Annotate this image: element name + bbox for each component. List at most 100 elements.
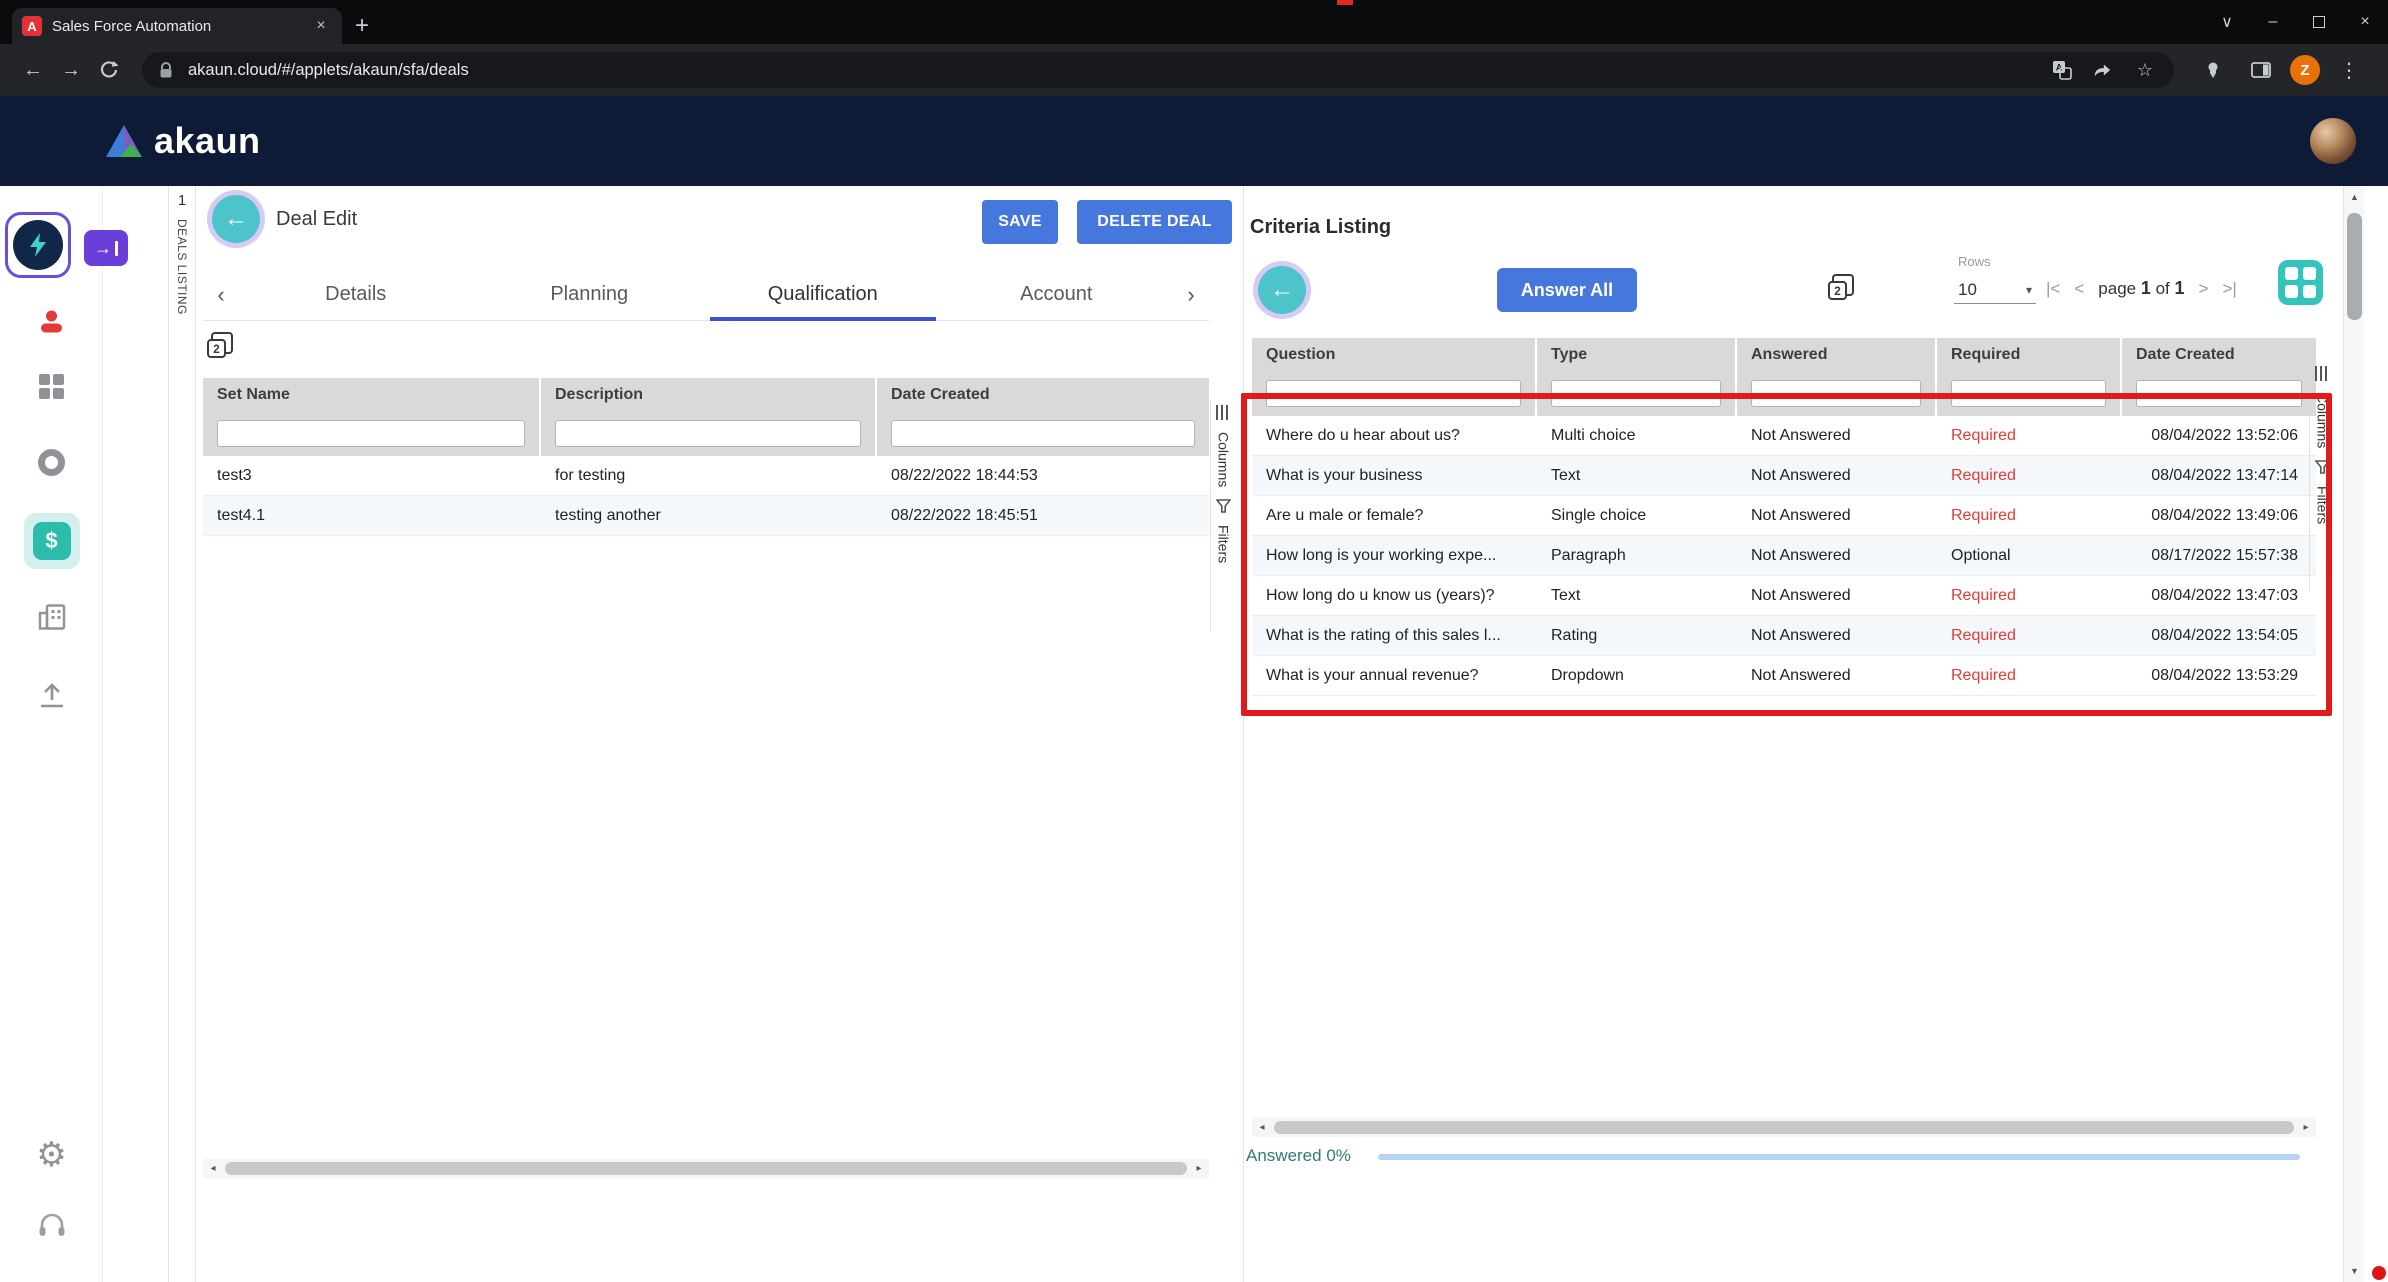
sign-in-icon[interactable]: → xyxy=(84,230,128,266)
criteria-row[interactable]: How long is your working expe... Paragra… xyxy=(1252,536,2316,576)
grid-view-icon[interactable] xyxy=(2278,260,2323,305)
criteria-back-button[interactable]: ← xyxy=(1258,266,1306,314)
question-cell: How long is your working expe... xyxy=(1252,536,1535,575)
tab-details[interactable]: Details xyxy=(239,270,473,321)
browser-tab[interactable]: A Sales Force Automation × xyxy=(12,8,342,44)
sidebar-item-reports[interactable] xyxy=(0,449,103,476)
criteria-row[interactable]: What is your business Text Not Answered … xyxy=(1252,456,2316,496)
tab-search-icon[interactable]: ∨ xyxy=(2204,0,2250,44)
page-vertical-scrollbar[interactable]: ▲ ▼ xyxy=(2343,186,2364,1282)
maximize-button[interactable] xyxy=(2296,0,2342,44)
answered-filter-input[interactable] xyxy=(1751,380,1921,407)
columns-side-tab[interactable]: Columns xyxy=(2315,393,2331,448)
filter-funnel-icon xyxy=(1216,499,1231,513)
scroll-left-icon[interactable]: ◂ xyxy=(203,1159,223,1178)
scroll-right-icon[interactable]: ▸ xyxy=(2296,1118,2316,1137)
criteria-row[interactable]: How long do u know us (years)? Text Not … xyxy=(1252,576,2316,616)
type-filter-input[interactable] xyxy=(1551,380,1721,407)
multi-select-icon[interactable]: 2 xyxy=(207,332,233,358)
sidebar-item-upload[interactable] xyxy=(0,682,103,708)
browser-profile-avatar[interactable]: Z xyxy=(2290,55,2320,85)
refresh-icon[interactable] xyxy=(90,51,128,89)
chevron-down-icon: ▾ xyxy=(2026,283,2032,297)
table-row[interactable]: test4.1 testing another 08/22/2022 18:45… xyxy=(203,496,1209,536)
tabs-scroll-right-icon[interactable]: › xyxy=(1173,282,1209,308)
sidebar-item-red-app[interactable] xyxy=(0,308,103,335)
criteria-row[interactable]: Are u male or female? Single choice Not … xyxy=(1252,496,2316,536)
support-headset-icon xyxy=(37,1212,67,1240)
last-page-button[interactable]: >| xyxy=(2222,279,2236,299)
applet-bolt-icon[interactable] xyxy=(13,220,63,270)
new-tab-button[interactable]: + xyxy=(342,8,382,44)
deals-listing-strip[interactable]: 1 DEALS LISTING xyxy=(168,186,196,1282)
tab-title: Sales Force Automation xyxy=(52,18,300,35)
tabs-scroll-left-icon[interactable]: ‹ xyxy=(203,282,239,308)
save-button[interactable]: SAVE xyxy=(982,200,1058,244)
scrollbar-thumb[interactable] xyxy=(2347,213,2362,320)
translate-icon[interactable]: A xyxy=(2052,60,2078,80)
tab-account[interactable]: Account xyxy=(940,270,1174,321)
address-bar[interactable]: akaun.cloud/#/applets/akaun/sfa/deals A … xyxy=(142,52,2174,88)
deal-edit-panel: ← Deal Edit SAVE DELETE DEAL ‹ Details P… xyxy=(196,186,1244,1282)
delete-deal-button[interactable]: DELETE DEAL xyxy=(1077,200,1232,244)
tab-qualification[interactable]: Qualification xyxy=(706,270,940,321)
date-created-cell: 08/22/2022 18:45:51 xyxy=(877,496,1209,535)
date-created-filter-input[interactable] xyxy=(891,420,1195,447)
forward-nav-icon[interactable]: → xyxy=(52,51,90,89)
scroll-down-icon[interactable]: ▼ xyxy=(2344,1260,2365,1282)
prev-page-button[interactable]: < xyxy=(2074,279,2084,299)
deal-edit-back-button[interactable]: ← xyxy=(212,195,260,243)
columns-side-tab[interactable]: Columns xyxy=(1216,432,1232,487)
date-created-cell: 08/04/2022 13:47:14 xyxy=(2122,456,2316,495)
bookmark-star-icon[interactable]: ☆ xyxy=(2132,60,2158,81)
question-cell: How long do u know us (years)? xyxy=(1252,576,1535,615)
criteria-row[interactable]: What is the rating of this sales l... Ra… xyxy=(1252,616,2316,656)
question-filter-input[interactable] xyxy=(1266,380,1521,407)
column-header-answered: Answered xyxy=(1737,338,1935,372)
date-created-cell: 08/17/2022 15:57:38 xyxy=(2122,536,2316,575)
date-created-cell: 08/22/2022 18:44:53 xyxy=(877,456,1209,495)
required-cell: Required xyxy=(1937,616,2120,655)
columns-icon xyxy=(1216,405,1231,420)
sidebar-item-support[interactable] xyxy=(0,1212,103,1240)
sidebar-item-organization[interactable] xyxy=(0,604,103,630)
required-filter-input[interactable] xyxy=(1951,380,2106,407)
first-page-button[interactable]: |< xyxy=(2046,279,2060,299)
horizontal-scrollbar[interactable]: ◂ ▸ xyxy=(1252,1118,2316,1137)
filters-side-tab[interactable]: Filters xyxy=(1216,525,1232,563)
sidebar-item-settings[interactable]: ⚙ xyxy=(0,1138,103,1172)
side-panel-icon[interactable] xyxy=(2242,51,2280,89)
share-icon[interactable] xyxy=(2092,61,2118,79)
back-nav-icon[interactable]: ← xyxy=(14,51,52,89)
description-filter-input[interactable] xyxy=(555,420,861,447)
pin-icon[interactable] xyxy=(2194,51,2232,89)
date-created-filter-input[interactable] xyxy=(2136,380,2302,407)
scroll-right-icon[interactable]: ▸ xyxy=(1189,1159,1209,1178)
dashboard-icon xyxy=(39,374,64,399)
answer-all-button[interactable]: Answer All xyxy=(1497,268,1637,312)
multi-select-icon[interactable]: 2 xyxy=(1828,274,1854,300)
required-cell: Required xyxy=(1937,416,2120,455)
scrollbar-thumb[interactable] xyxy=(1274,1121,2294,1134)
akaun-logo[interactable]: akaun xyxy=(104,120,261,162)
tab-planning[interactable]: Planning xyxy=(473,270,707,321)
minimize-button[interactable]: – xyxy=(2250,0,2296,44)
window-close-button[interactable]: × xyxy=(2342,0,2388,44)
tab-close-icon[interactable]: × xyxy=(310,15,332,37)
filters-side-tab[interactable]: Filters xyxy=(2315,486,2331,524)
criteria-row[interactable]: What is your annual revenue? Dropdown No… xyxy=(1252,656,2316,696)
rows-per-page-select[interactable]: 10 ▾ xyxy=(1954,276,2036,304)
horizontal-scrollbar[interactable]: ◂ ▸ xyxy=(203,1159,1209,1178)
next-page-button[interactable]: > xyxy=(2199,279,2209,299)
menu-kebab-icon[interactable]: ⋮ xyxy=(2330,51,2368,89)
criteria-row[interactable]: Where do u hear about us? Multi choice N… xyxy=(1252,416,2316,456)
sidebar-item-sales-active[interactable]: $ xyxy=(0,513,103,569)
sidebar-item-dashboard[interactable] xyxy=(0,374,103,399)
set-name-filter-input[interactable] xyxy=(217,420,525,447)
url-text[interactable]: akaun.cloud/#/applets/akaun/sfa/deals xyxy=(188,61,2038,80)
user-avatar[interactable] xyxy=(2310,118,2356,164)
scrollbar-thumb[interactable] xyxy=(225,1162,1187,1175)
table-row[interactable]: test3 for testing 08/22/2022 18:44:53 xyxy=(203,456,1209,496)
scroll-up-icon[interactable]: ▲ xyxy=(2344,186,2365,208)
scroll-left-icon[interactable]: ◂ xyxy=(1252,1118,1272,1137)
